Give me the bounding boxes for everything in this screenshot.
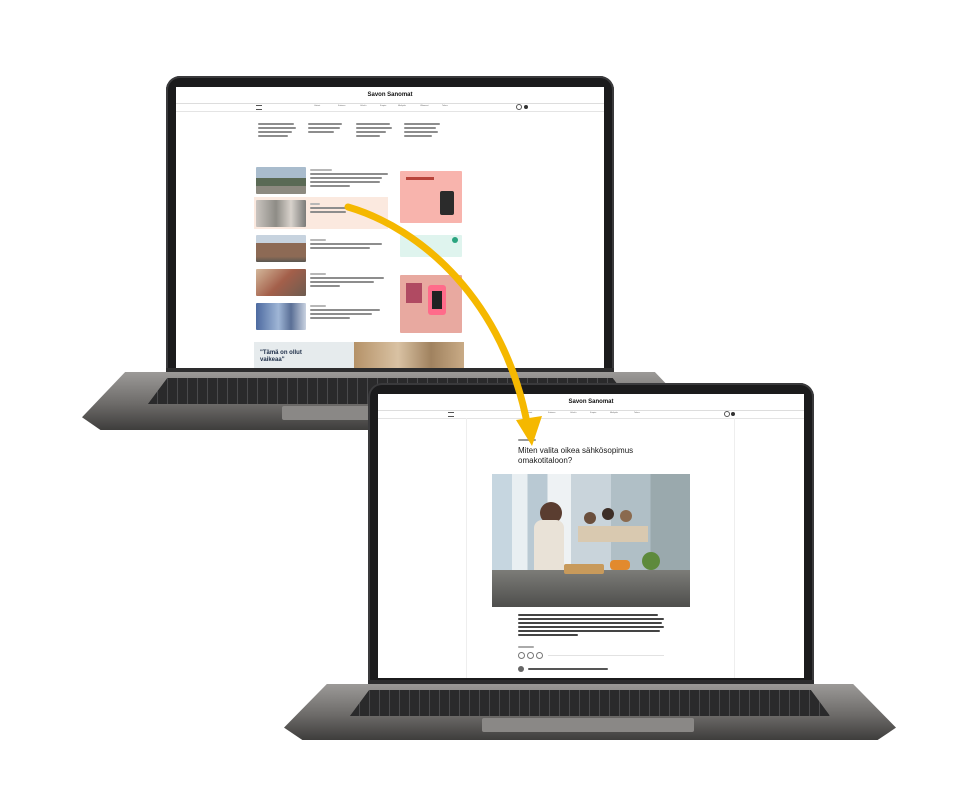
arrow-shaft — [344, 203, 532, 432]
arrow-connector — [344, 203, 542, 446]
arrow-head — [516, 416, 542, 446]
